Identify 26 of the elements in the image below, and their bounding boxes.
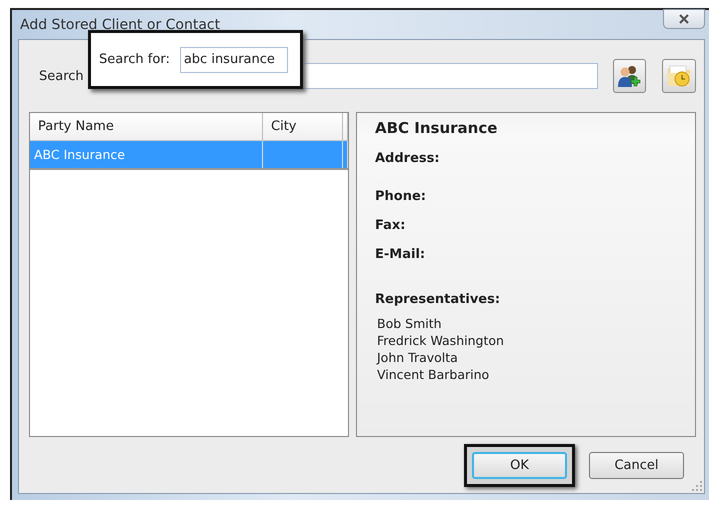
- folder-clock-button[interactable]: [662, 59, 696, 93]
- dialog-button[interactable]: Cancel: [589, 452, 684, 478]
- search-label: Search: [38, 68, 85, 84]
- column-header[interactable]: Party Name: [30, 113, 263, 141]
- close-icon: [677, 14, 691, 24]
- representative-name: Fredrick Washington: [376, 332, 505, 349]
- close-button[interactable]: [663, 8, 705, 28]
- column-header[interactable]: City: [263, 113, 343, 141]
- field-label: Address:: [374, 151, 441, 166]
- search-for-label: Search for:: [99, 52, 170, 67]
- search-input[interactable]: abc insurance: [180, 46, 288, 72]
- dialog-button[interactable]: OK: [472, 452, 567, 478]
- field-label: Phone:: [374, 189, 427, 204]
- field-label: E-Mail:: [374, 247, 426, 262]
- resize-grip-icon: [692, 481, 702, 491]
- window-title: Add Stored Client or Contact: [19, 16, 220, 32]
- add-contact-button[interactable]: [612, 59, 646, 93]
- header-filler: [343, 113, 348, 141]
- representatives-label: Representatives:: [374, 292, 502, 307]
- people-add-icon: [617, 64, 642, 88]
- field-label: Fax:: [374, 218, 406, 233]
- folder-clock-icon: [666, 63, 692, 89]
- party-name: ABC Insurance: [375, 119, 498, 137]
- representative-name: Bob Smith: [376, 315, 443, 332]
- representative-name: John Travolta: [375, 349, 459, 366]
- representative-name: Vincent Barbarino: [376, 366, 490, 383]
